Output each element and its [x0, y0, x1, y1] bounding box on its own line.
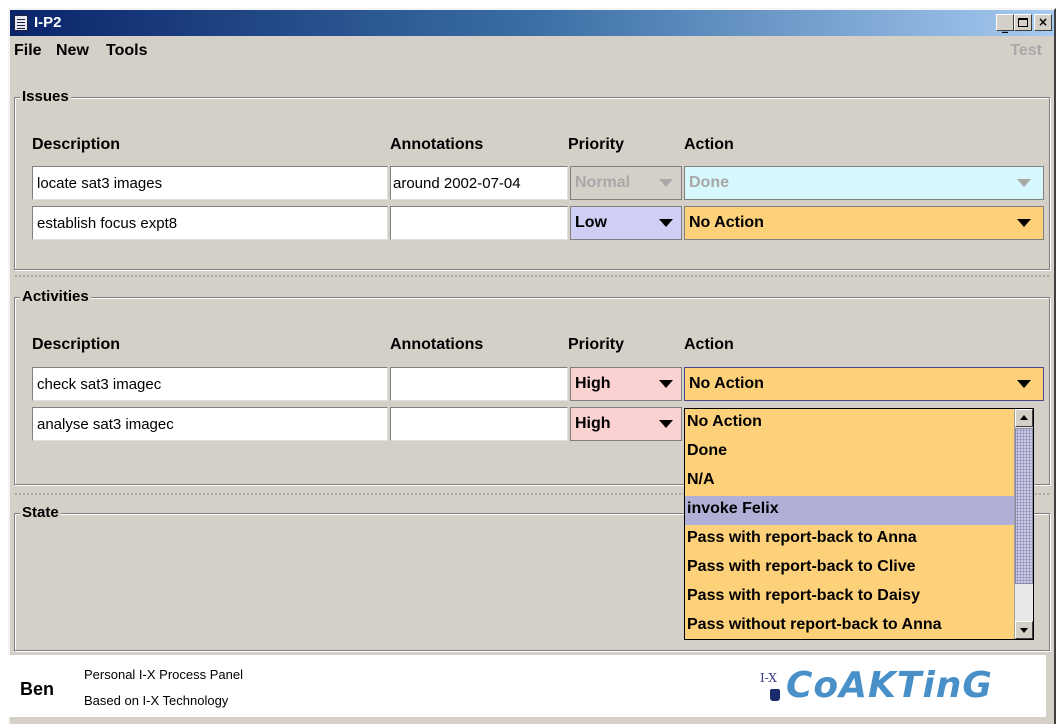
dropdown-option[interactable]: Pass with report-back to Anna [685, 525, 1014, 554]
chevron-down-icon [659, 420, 673, 428]
activity-description-field[interactable]: check sat3 imagec [32, 367, 388, 401]
issue-action-select: Done [684, 166, 1044, 200]
coakting-logo: CoAKTinG [786, 665, 993, 706]
scroll-thumb[interactable] [1015, 428, 1033, 584]
issue-priority-select[interactable]: Low [570, 206, 682, 240]
user-name: Ben [20, 679, 55, 699]
split-divider[interactable] [14, 274, 1050, 279]
dropdown-option-selected[interactable]: invoke Felix [685, 496, 1014, 525]
activities-header-priority: Priority [568, 336, 625, 353]
footer: Ben Personal I-X Process Panel Based on … [8, 655, 1046, 717]
ix-logo-icon [770, 689, 780, 701]
activity-priority-select[interactable]: High [570, 407, 682, 441]
priority-value: Normal [575, 174, 631, 191]
issue-annotations-field[interactable] [390, 206, 568, 240]
technology-note: Based on I-X Technology [84, 693, 229, 708]
menu-file[interactable]: File [14, 42, 42, 60]
action-value: No Action [689, 375, 764, 392]
dropdown-option[interactable]: Done [685, 438, 1014, 467]
issue-priority-select: Normal [570, 166, 682, 200]
scroll-down-button[interactable] [1015, 621, 1033, 639]
activities-header-action: Action [684, 336, 734, 353]
action-value: Done [689, 174, 729, 191]
menu-test[interactable]: Test [1010, 42, 1042, 60]
activity-annotations-field[interactable] [390, 407, 568, 441]
scroll-up-button[interactable] [1015, 409, 1033, 427]
action-dropdown-list[interactable]: No Action Done N/A invoke Felix Pass wit… [684, 408, 1034, 640]
menu-tools[interactable]: Tools [106, 42, 147, 60]
window-title: I-P2 [34, 14, 62, 31]
dropdown-option[interactable]: Pass with report-back to Daisy [685, 583, 1014, 612]
dropdown-option[interactable]: N/A [685, 467, 1014, 496]
issues-header-action: Action [684, 136, 734, 153]
menu-bar: File New Tools Test [10, 36, 1054, 66]
priority-value: High [575, 415, 611, 432]
priority-value: High [575, 375, 611, 392]
chevron-down-icon [659, 380, 673, 388]
priority-value: Low [575, 214, 607, 231]
arrow-up-icon [1020, 415, 1028, 420]
issues-header-description: Description [32, 136, 121, 153]
chevron-down-icon [1017, 380, 1031, 388]
issues-header-annotations: Annotations [390, 136, 484, 153]
dropdown-option[interactable]: Pass without report-back to Anna [685, 612, 1014, 641]
panel-description: Personal I-X Process Panel [84, 667, 243, 682]
activity-priority-select[interactable]: High [570, 367, 682, 401]
activity-action-select[interactable]: No Action [684, 367, 1044, 401]
minimize-button[interactable]: _ [996, 14, 1014, 33]
chevron-down-icon [1017, 219, 1031, 227]
dropdown-option[interactable]: Pass with report-back to Clive [685, 554, 1014, 583]
state-label: State [20, 504, 61, 521]
issue-description-field[interactable]: establish focus expt8 [32, 206, 388, 240]
issues-panel: Issues Description Annotations Priority … [14, 88, 1050, 270]
maximize-icon [1018, 18, 1028, 27]
menu-new[interactable]: New [56, 42, 89, 60]
window-icon[interactable] [14, 15, 28, 31]
issue-annotations-field[interactable]: around 2002-07-04 [390, 166, 568, 200]
dropdown-scrollbar[interactable] [1014, 409, 1033, 639]
activity-description-field[interactable]: analyse sat3 imagec [32, 407, 388, 441]
chevron-down-icon [659, 219, 673, 227]
action-value: No Action [689, 214, 764, 231]
dropdown-option[interactable]: No Action [685, 409, 1014, 438]
activities-header-annotations: Annotations [390, 336, 484, 353]
issues-header-priority: Priority [568, 136, 625, 153]
chevron-down-icon [659, 179, 673, 187]
activities-label: Activities [20, 288, 91, 305]
issues-label: Issues [20, 88, 71, 105]
minimize-icon: _ [1002, 19, 1008, 33]
maximize-button[interactable] [1014, 14, 1032, 31]
close-button[interactable]: × [1034, 14, 1052, 31]
title-bar[interactable]: I-P2 _ × [10, 10, 1054, 36]
issue-description-field[interactable]: locate sat3 images [32, 166, 388, 200]
chevron-down-icon [1017, 179, 1031, 187]
activity-annotations-field[interactable] [390, 367, 568, 401]
activities-header-description: Description [32, 336, 121, 353]
ix-logo: I-X [760, 671, 777, 685]
arrow-down-icon [1020, 628, 1028, 633]
issue-action-select[interactable]: No Action [684, 206, 1044, 240]
close-icon: × [1037, 15, 1049, 29]
